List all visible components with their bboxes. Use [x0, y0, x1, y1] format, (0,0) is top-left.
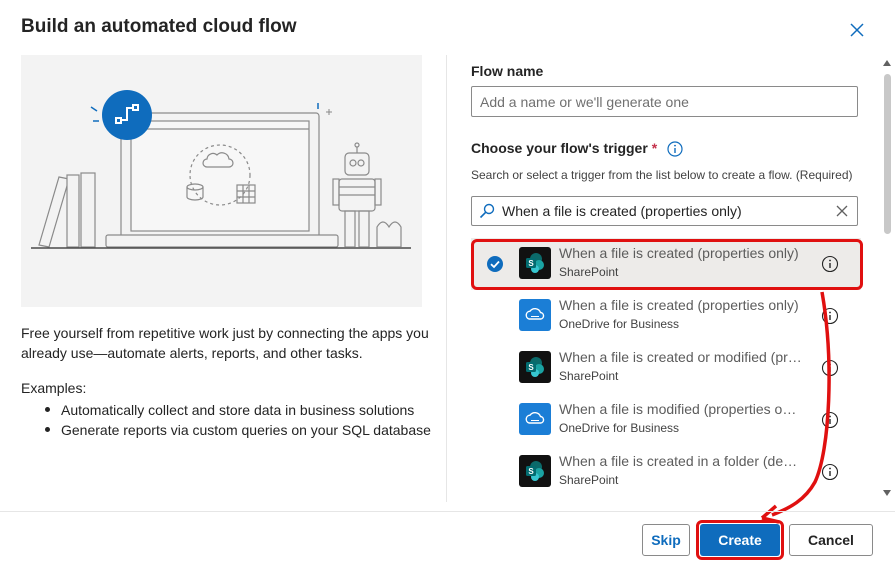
- scroll-up-icon[interactable]: [883, 60, 891, 66]
- onedrive-icon: [519, 299, 551, 331]
- sharepoint-icon: S: [519, 351, 551, 383]
- trigger-title: When a file is created in a folder (depr…: [559, 453, 802, 469]
- example-item: Generate reports via custom queries on y…: [45, 422, 431, 438]
- flow-illustration: [21, 55, 422, 307]
- close-icon: [850, 23, 864, 37]
- footer-divider: [0, 511, 895, 512]
- skip-button[interactable]: Skip: [642, 524, 690, 556]
- close-button[interactable]: [846, 19, 868, 41]
- intro-text: Free yourself from repetitive work just …: [21, 325, 429, 361]
- sharepoint-icon: S: [519, 247, 551, 279]
- clear-icon: [836, 205, 848, 217]
- trigger-connector: SharePoint: [559, 265, 619, 279]
- scrollbar-thumb[interactable]: [884, 74, 891, 234]
- search-value[interactable]: When a file is created (properties only): [502, 203, 827, 219]
- dialog-title: Build an automated cloud flow: [21, 16, 297, 37]
- trigger-title: When a file is created or modified (prop…: [559, 349, 802, 365]
- scroll-down-icon[interactable]: [883, 490, 891, 496]
- required-marker: *: [651, 140, 658, 156]
- info-icon[interactable]: [821, 255, 839, 273]
- trigger-title: When a file is created (properties only): [559, 297, 799, 313]
- search-icon: [472, 203, 502, 219]
- create-button[interactable]: Create: [700, 524, 780, 556]
- trigger-label-row: Choose your flow's trigger *: [471, 140, 683, 157]
- info-icon[interactable]: [667, 141, 683, 157]
- trigger-hint: Search or select a trigger from the list…: [471, 168, 853, 182]
- svg-text:S: S: [528, 467, 534, 476]
- trigger-label: Choose your flow's trigger: [471, 140, 648, 156]
- selected-check-icon: [486, 255, 504, 273]
- trigger-item[interactable]: S When a file is created in a folder (de…: [471, 446, 861, 498]
- example-item: Automatically collect and store data in …: [45, 400, 431, 420]
- examples-list: Automatically collect and store data in …: [45, 400, 431, 440]
- trigger-item[interactable]: When a file is created (properties only)…: [471, 290, 861, 342]
- trigger-connector: SharePoint: [559, 473, 619, 487]
- onedrive-icon: [519, 403, 551, 435]
- info-icon[interactable]: [821, 463, 839, 481]
- trigger-search-input[interactable]: When a file is created (properties only): [471, 196, 858, 226]
- trigger-connector: SharePoint: [559, 369, 619, 383]
- info-icon[interactable]: [821, 411, 839, 429]
- cancel-button[interactable]: Cancel: [789, 524, 873, 556]
- trigger-item[interactable]: When a file is modified (properties only…: [471, 394, 861, 446]
- flow-name-input[interactable]: [471, 86, 858, 117]
- clear-search-button[interactable]: [827, 205, 857, 217]
- panel-divider: [446, 55, 447, 502]
- trigger-title: When a file is created (properties only): [559, 245, 799, 261]
- trigger-item[interactable]: S When a file is created (properties onl…: [471, 238, 861, 290]
- info-icon[interactable]: [821, 307, 839, 325]
- trigger-title: When a file is modified (properties only…: [559, 401, 802, 417]
- trigger-item[interactable]: S When a file is created or modified (pr…: [471, 342, 861, 394]
- trigger-connector: OneDrive for Business: [559, 421, 680, 435]
- trigger-list-scrollbar[interactable]: [880, 58, 894, 500]
- svg-text:S: S: [528, 363, 534, 372]
- trigger-connector: OneDrive for Business: [559, 317, 680, 331]
- svg-text:S: S: [528, 259, 534, 268]
- info-icon[interactable]: [821, 359, 839, 377]
- sharepoint-icon: S: [519, 455, 551, 487]
- flow-name-label: Flow name: [471, 63, 544, 79]
- examples-label: Examples:: [21, 380, 87, 396]
